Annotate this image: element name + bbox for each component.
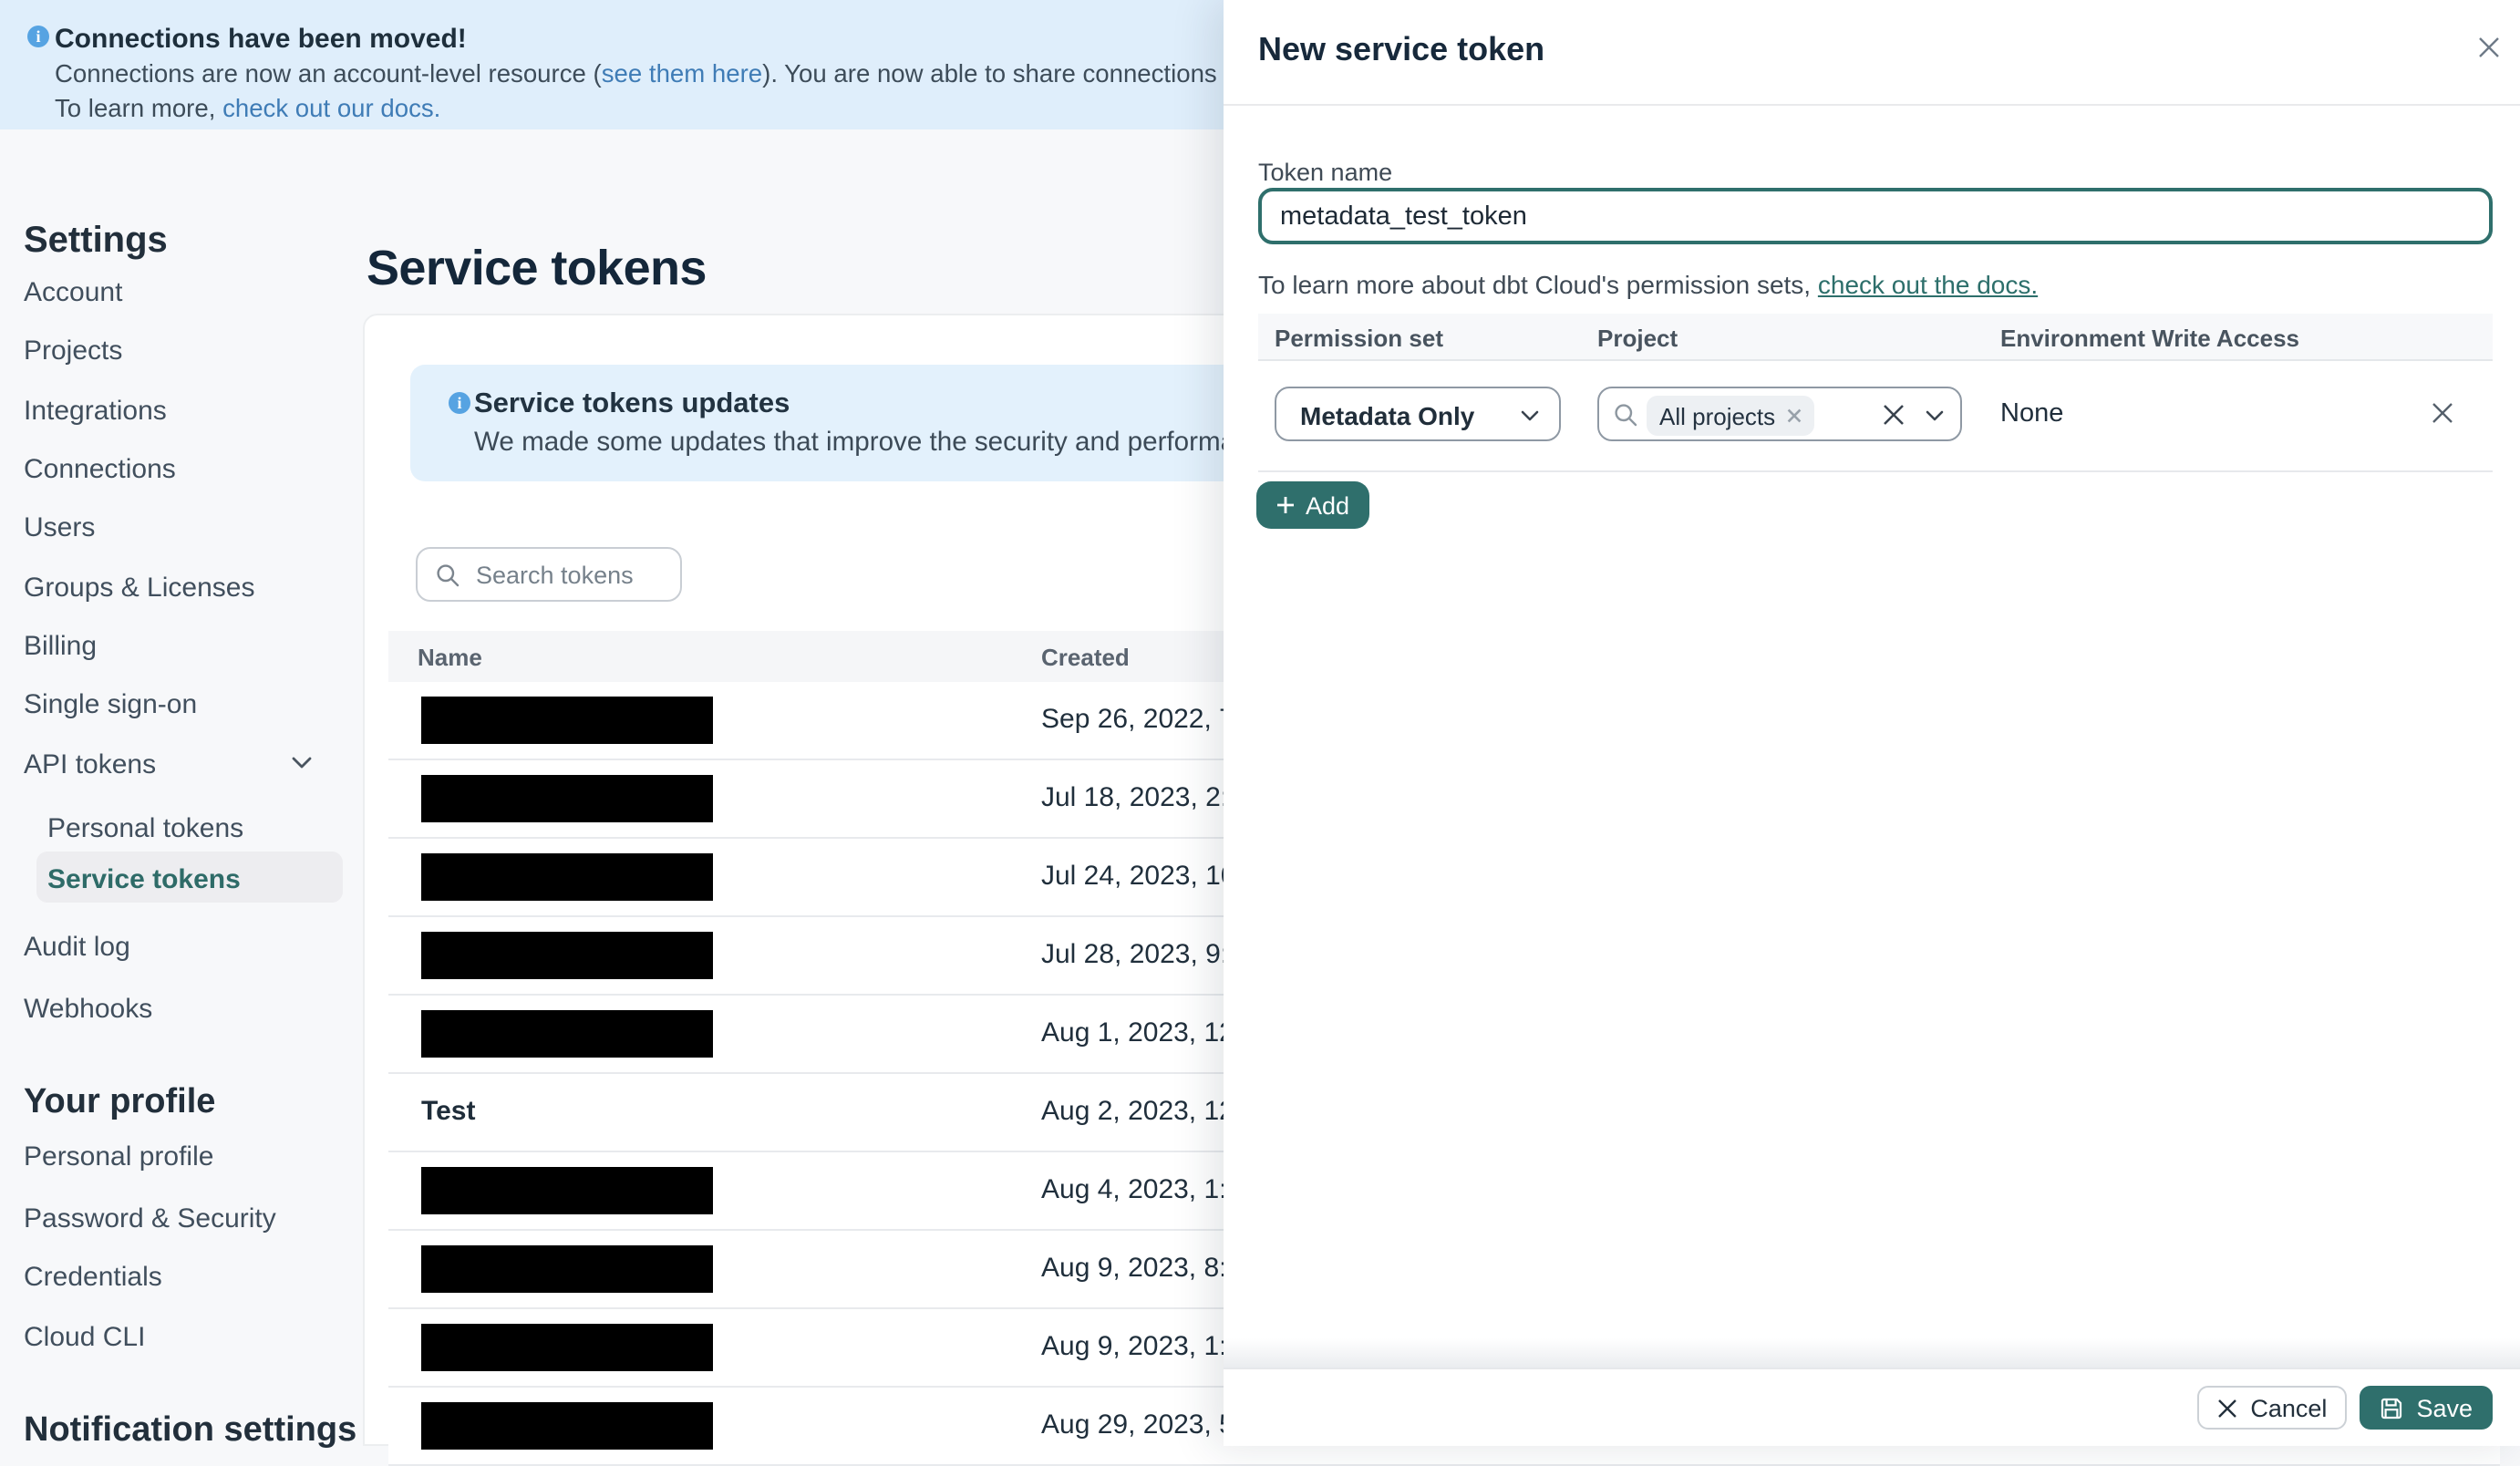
sidebar-item-projects[interactable]: Projects	[24, 336, 122, 366]
sidebar-title: Settings	[24, 221, 168, 261]
token-name-label: Token name	[1258, 159, 1393, 186]
row-divider	[1258, 470, 2493, 472]
permission-sets-help: To learn more about dbt Cloud's permissi…	[1258, 270, 2039, 299]
column-header-project: Project	[1597, 325, 1678, 352]
save-button-label: Save	[2416, 1394, 2473, 1421]
redacted-name	[421, 1402, 713, 1450]
sidebar-item-cloud-cli[interactable]: Cloud CLI	[24, 1322, 145, 1353]
redacted-name	[421, 1245, 713, 1293]
permission-set-select[interactable]: Metadata Only	[1275, 387, 1561, 441]
banner-line-2: To learn more, check out our docs.	[55, 95, 441, 122]
column-header-created: Created	[1041, 644, 1130, 671]
chevron-down-icon[interactable]	[1926, 410, 1944, 421]
redacted-name	[421, 932, 713, 979]
cancel-button-label: Cancel	[2250, 1394, 2328, 1421]
sidebar-item-password-security[interactable]: Password & Security	[24, 1203, 276, 1234]
sidebar-item-personal-tokens[interactable]: Personal tokens	[47, 813, 243, 844]
sidebar-item-billing[interactable]: Billing	[24, 631, 97, 662]
close-icon[interactable]	[2474, 33, 2504, 62]
plus-icon	[1276, 496, 1295, 514]
info-icon: i	[27, 26, 49, 47]
new-service-token-drawer: New service token Token name To learn mo…	[1224, 0, 2520, 1446]
sidebar-item-credentials[interactable]: Credentials	[24, 1262, 162, 1293]
sidebar-item-api-tokens[interactable]: API tokens	[24, 749, 156, 780]
token-name-input[interactable]	[1258, 188, 2493, 244]
sidebar-item-users[interactable]: Users	[24, 512, 95, 543]
redacted-name	[421, 775, 713, 822]
redacted-name	[421, 853, 713, 901]
sidebar-item-integrations[interactable]: Integrations	[24, 396, 167, 427]
floppy-disk-icon	[2380, 1396, 2403, 1420]
sidebar-item-personal-profile[interactable]: Personal profile	[24, 1141, 213, 1172]
permission-set-value: Metadata Only	[1300, 401, 1475, 430]
sidebar-item-groups-licenses[interactable]: Groups & Licenses	[24, 573, 254, 604]
sidebar-profile-title: Your profile	[24, 1083, 216, 1121]
redacted-name	[421, 1167, 713, 1214]
redacted-name	[421, 1324, 713, 1371]
sidebar-item-account[interactable]: Account	[24, 277, 122, 308]
drawer-title: New service token	[1258, 31, 1545, 67]
column-header-environment-write-access: Environment Write Access	[2000, 325, 2299, 352]
environment-write-access-value: None	[2000, 399, 2064, 428]
chevron-down-icon	[1521, 410, 1539, 421]
save-button[interactable]: Save	[2360, 1386, 2493, 1430]
info-icon: i	[449, 392, 470, 414]
column-header-name: Name	[418, 644, 482, 671]
project-chip: All projects	[1647, 396, 1814, 436]
sidebar-item-audit-log[interactable]: Audit log	[24, 932, 130, 963]
sidebar-item-webhooks[interactable]: Webhooks	[24, 994, 152, 1025]
sidebar-item-service-tokens[interactable]: Service tokens	[47, 864, 241, 895]
column-header-permission-set: Permission set	[1275, 325, 1443, 352]
add-permission-button[interactable]: Add	[1256, 481, 1370, 529]
redacted-name	[421, 697, 713, 744]
sidebar-notifications-title: Notification settings	[24, 1411, 357, 1450]
page-title: Service tokens	[367, 241, 707, 296]
dbt-cloud-settings-page: i Connections have been moved! Connectio…	[0, 0, 2520, 1466]
clear-selection-icon[interactable]	[1882, 403, 1905, 427]
drawer-footer: Cancel Save	[1224, 1338, 2520, 1446]
search-icon	[436, 563, 460, 586]
chip-remove-icon[interactable]	[1786, 408, 1801, 423]
check-out-the-docs-link[interactable]: check out the docs.	[1818, 270, 2038, 299]
close-icon	[2217, 1398, 2237, 1418]
project-multiselect[interactable]: All projects	[1597, 387, 1962, 441]
token-name: Test	[421, 1096, 476, 1127]
drawer-header: New service token	[1224, 0, 2520, 106]
sidebar-item-connections[interactable]: Connections	[24, 454, 176, 485]
search-icon	[1614, 403, 1637, 427]
settings-sidebar: Settings Account Projects Integrations C…	[0, 129, 363, 1450]
banner-title: Connections have been moved!	[55, 24, 467, 55]
add-button-label: Add	[1306, 491, 1350, 519]
redacted-name	[421, 1010, 713, 1058]
see-them-here-link[interactable]: see them here	[602, 60, 762, 88]
notice-title: Service tokens updates	[474, 388, 790, 419]
project-chip-label: All projects	[1659, 402, 1776, 429]
check-our-docs-link[interactable]: check out our docs.	[222, 95, 440, 122]
chevron-down-icon[interactable]	[292, 757, 312, 769]
sidebar-item-single-sign-on[interactable]: Single sign-on	[24, 689, 197, 720]
remove-row-icon[interactable]	[2427, 397, 2458, 428]
search-input[interactable]	[472, 559, 676, 590]
search-tokens-box	[416, 547, 682, 602]
cancel-button[interactable]: Cancel	[2197, 1386, 2348, 1430]
permissions-table-header: Permission set Project Environment Write…	[1258, 314, 2493, 361]
